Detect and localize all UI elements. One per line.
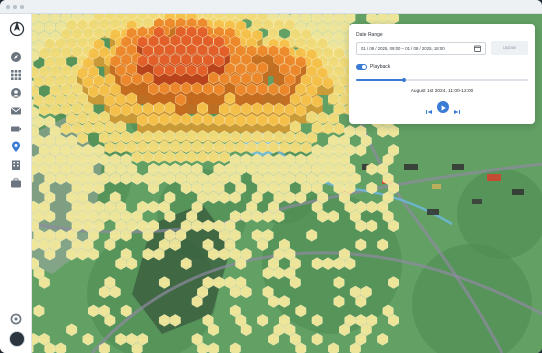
gear-icon[interactable] [10,313,22,325]
panel-title: Date Range [356,32,383,38]
app-window: Date Range 01 / 08 / 2025, 09:00 – 01 / … [0,0,542,353]
window-close-dot[interactable] [6,5,10,9]
briefcase-icon[interactable] [10,177,22,189]
update-button[interactable]: Update [491,41,528,55]
skip-back-icon[interactable] [425,103,433,114]
map-pin-icon[interactable] [10,141,22,153]
calendar-icon[interactable] [474,45,481,52]
date-range-value: 01 / 08 / 2025, 09:00 – 01 / 08 / 2025, … [361,46,445,51]
window-maximize-dot[interactable] [20,5,24,9]
avatar[interactable] [9,331,25,347]
current-time-label: August 1st 2024, 11:00-12:00 [410,89,474,94]
date-range-panel: Date Range 01 / 08 / 2025, 09:00 – 01 / … [349,24,535,124]
compass-icon[interactable] [10,51,22,63]
playback-label: Playback [370,64,391,70]
building-icon[interactable] [10,159,22,171]
play-button[interactable] [437,101,449,113]
playback-slider[interactable] [356,77,528,82]
user-icon[interactable] [10,87,22,99]
mail-icon[interactable] [10,105,22,117]
battery-icon[interactable] [10,123,22,135]
window-minimize-dot[interactable] [13,5,17,9]
compass-logo-icon[interactable] [9,19,25,37]
skip-forward-icon[interactable] [453,103,461,114]
sidebar [0,14,32,353]
grid-icon[interactable] [10,69,22,81]
play-icon [441,105,446,111]
window-titlebar [0,0,542,14]
playback-toggle[interactable] [356,64,367,70]
date-range-input[interactable]: 01 / 08 / 2025, 09:00 – 01 / 08 / 2025, … [356,42,486,55]
playback-slider-fill [356,79,405,81]
playback-slider-handle[interactable] [402,77,407,82]
